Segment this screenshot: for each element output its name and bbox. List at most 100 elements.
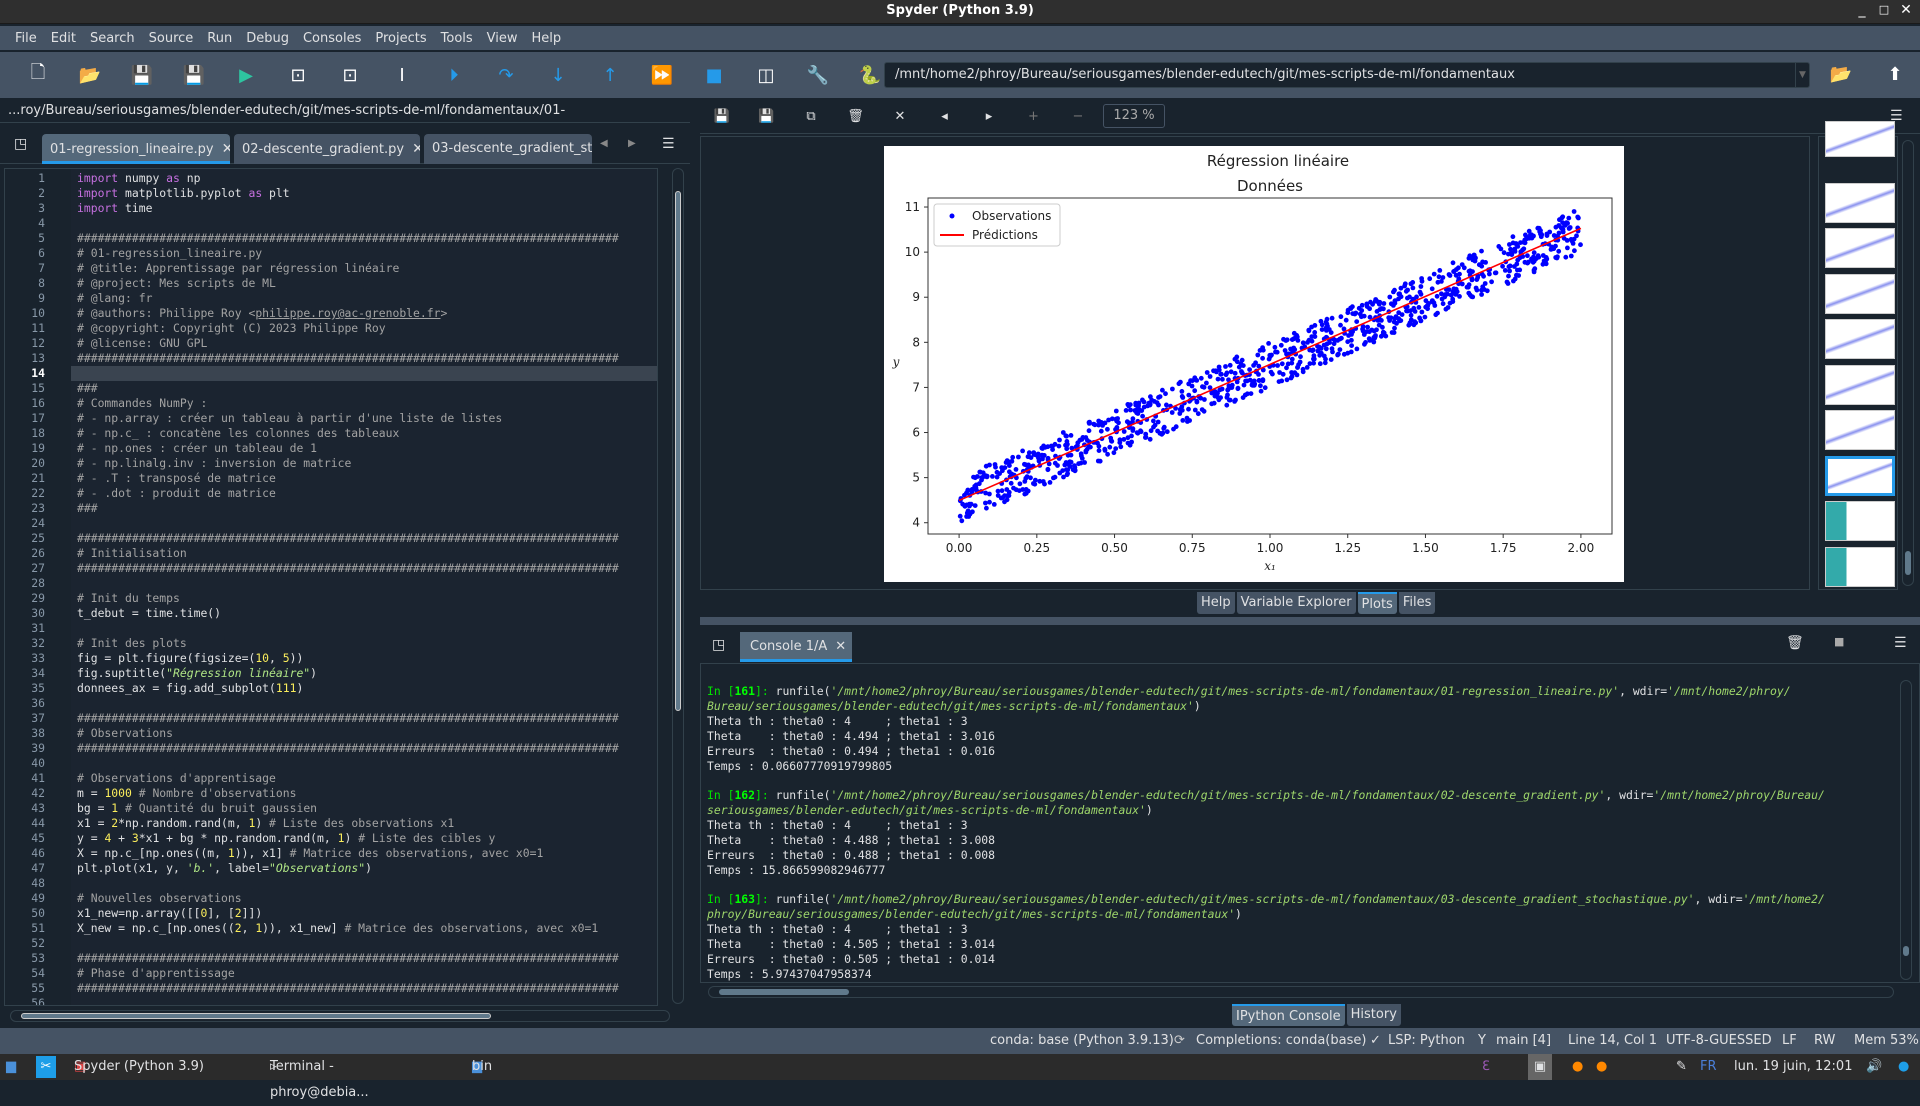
save-plot-icon[interactable]: 💾 — [710, 106, 734, 128]
code-line[interactable]: y = 4 + 3*x1 + bg * np.random.rand(m, 1)… — [77, 831, 495, 846]
open-file-icon[interactable]: 📂 — [64, 57, 116, 93]
run-selection-icon[interactable]: I — [376, 57, 428, 93]
zoom-in-icon[interactable]: + — [1022, 106, 1046, 128]
status-git-branch[interactable]: main [4] — [1496, 1028, 1551, 1054]
scrollbar-thumb[interactable] — [675, 191, 681, 711]
code-line[interactable]: # Initialisation — [77, 546, 187, 561]
chevron-down-icon[interactable]: ▼ — [1795, 63, 1809, 87]
step-return-icon[interactable]: ↑ — [584, 57, 636, 93]
code-line[interactable]: # - np.array : créer un tableau à partir… — [77, 411, 502, 426]
code-editor[interactable]: 1 2 3 4 5 6 7 8 9 10 11 12 13 14 15 16 17 18 19 20 21 22 23 24 2… — [4, 168, 658, 1006]
scrollbar-thumb[interactable] — [21, 1013, 491, 1019]
browse-folder-icon[interactable]: 📂 — [1826, 60, 1856, 90]
close-button[interactable]: ✕ — [1895, 0, 1917, 22]
stop-icon[interactable]: ■ — [688, 57, 740, 93]
code-line[interactable]: x1_new=np.array([[0], [2]]) — [77, 906, 262, 921]
code-line[interactable]: ########################################… — [77, 951, 619, 966]
run-icon[interactable]: ▶ — [220, 57, 272, 93]
menu-debug[interactable]: Debug — [239, 31, 296, 46]
plot-thumbnail[interactable] — [1825, 364, 1895, 405]
plot-thumbnail[interactable] — [1825, 546, 1895, 587]
step-into-icon[interactable]: ↓ — [532, 57, 584, 93]
file-manager-icon[interactable]: ▆ — [6, 1054, 16, 1080]
step-icon[interactable]: ↷ — [480, 57, 532, 93]
menu-consoles[interactable]: Consoles — [296, 31, 368, 46]
code-line[interactable]: # Commandes NumPy : — [77, 396, 207, 411]
parent-directory-icon[interactable]: ⬆ — [1880, 60, 1910, 90]
previous-plot-icon[interactable]: ◂ — [933, 106, 957, 128]
code-line[interactable]: X = np.c_[np.ones((m, 1)), x1] # Matrice… — [77, 846, 543, 861]
emacs-icon[interactable]: ℇ — [1482, 1054, 1490, 1080]
menu-file[interactable]: File — [8, 31, 44, 46]
run-cell-icon[interactable]: ⊡ — [272, 57, 324, 93]
code-line[interactable]: plt.plot(x1, y, 'b.', label="Observation… — [77, 861, 372, 876]
ipython-console-output[interactable]: In [161]: runfile('/mnt/home2/phroy/Bure… — [700, 663, 1920, 983]
status-lsp[interactable]: LSP: Python — [1388, 1028, 1465, 1054]
console-options-menu-icon[interactable]: ☰ — [1894, 635, 1907, 651]
browse-tabs-icon[interactable]: ◳ — [14, 136, 27, 152]
scrollbar-thumb[interactable] — [719, 989, 849, 995]
run-cell-advance-icon[interactable]: ⊡ — [324, 57, 376, 93]
maximize-button[interactable]: □ — [1873, 0, 1895, 22]
code-line[interactable]: # Phase d'apprentissage — [77, 966, 235, 981]
code-line[interactable]: # @title: Apprentissage par régression l… — [77, 261, 399, 276]
code-line[interactable]: ### — [77, 381, 98, 396]
editor-vertical-scrollbar[interactable] — [672, 168, 684, 1004]
scroll-tabs-left-icon[interactable]: ◀ — [600, 138, 608, 149]
code-line[interactable]: # 01-regression_lineaire.py — [77, 246, 262, 261]
code-line[interactable]: # - .T : transposé de matrice — [77, 471, 276, 486]
preferences-icon[interactable]: 🔧 — [792, 57, 844, 93]
pane-tab-plots[interactable]: Plots — [1357, 592, 1397, 614]
screenshot-tool-icon[interactable]: ✂ — [36, 1056, 56, 1078]
plot-thumbnail[interactable] — [1825, 319, 1895, 359]
status-completions[interactable]: Completions: conda(base) — [1196, 1028, 1366, 1054]
clock[interactable]: lun. 19 juin, 12:01 — [1734, 1054, 1852, 1080]
code-line[interactable]: m = 1000 # Nombre d'observations — [77, 786, 296, 801]
volume-icon[interactable]: 🔊 — [1866, 1054, 1882, 1080]
close-tab-icon[interactable]: ✕ — [222, 141, 230, 157]
code-line[interactable]: # - np.linalg.inv : inversion de matrice — [77, 456, 351, 471]
code-line[interactable]: ########################################… — [77, 981, 619, 996]
code-line[interactable]: # @lang: fr — [77, 291, 152, 306]
pane-tab-variable-explorer[interactable]: Variable Explorer — [1236, 592, 1356, 614]
scroll-tabs-right-icon[interactable]: ▶ — [628, 138, 636, 149]
clear-console-icon[interactable]: 🗑 — [1786, 635, 1804, 651]
editor-horizontal-scrollbar[interactable] — [10, 1010, 670, 1022]
code-line[interactable]: # @license: GNU GPL — [77, 336, 207, 351]
code-line[interactable]: # - np.ones : créer un tableau de 1 — [77, 441, 317, 456]
plot-thumbnail[interactable] — [1825, 455, 1895, 496]
pane-tab-ipython-console[interactable]: IPython Console — [1232, 1004, 1345, 1026]
code-line[interactable]: # @project: Mes scripts de ML — [77, 276, 276, 291]
pane-tab-history[interactable]: History — [1346, 1004, 1401, 1026]
code-line[interactable]: X_new = np.c_[np.ones((2, 1)), x1_new] #… — [77, 921, 598, 936]
code-line[interactable]: ########################################… — [77, 531, 619, 546]
editor-options-menu-icon[interactable]: ☰ — [662, 136, 675, 152]
spyder-tray-icon[interactable]: ▣ — [1528, 1054, 1552, 1080]
code-line[interactable]: fig.suptitle("Régression linéaire") — [77, 666, 317, 681]
menu-help[interactable]: Help — [525, 31, 569, 46]
remove-all-plots-icon[interactable]: ✕ — [888, 106, 912, 128]
maximize-pane-icon[interactable]: ◫ — [740, 57, 792, 93]
thumbnails-scrollbar[interactable] — [1902, 140, 1914, 586]
editor-tab[interactable]: 01-regression_lineaire.py ✕ — [42, 134, 230, 164]
code-line[interactable]: import numpy as np — [77, 171, 200, 186]
zoom-out-icon[interactable]: − — [1066, 106, 1090, 128]
plot-thumbnail[interactable] — [1825, 501, 1895, 541]
status-conda-env[interactable]: conda: base (Python 3.9.13) — [990, 1028, 1174, 1054]
console-horizontal-scrollbar[interactable] — [708, 986, 1894, 998]
menu-view[interactable]: View — [480, 31, 525, 46]
code-line[interactable]: ########################################… — [77, 351, 619, 366]
code-text-area[interactable]: import numpy as np import matplotlib.pypl… — [71, 169, 657, 1005]
menu-run[interactable]: Run — [200, 31, 239, 46]
interrupt-kernel-icon[interactable]: ■ — [1834, 635, 1844, 648]
code-line[interactable]: # - np.c_ : concatène les colonnes des t… — [77, 426, 399, 441]
browse-consoles-icon[interactable]: ◳ — [712, 637, 725, 653]
network-icon[interactable]: ✎ — [1676, 1054, 1687, 1080]
menu-source[interactable]: Source — [142, 31, 201, 46]
console-tab[interactable]: Console 1/A ✕ — [740, 632, 853, 662]
code-line[interactable]: donnees_ax = fig.add_subplot(111) — [77, 681, 303, 696]
minimize-button[interactable]: _ — [1851, 0, 1873, 22]
close-tab-icon[interactable]: ✕ — [412, 141, 420, 157]
code-line[interactable]: ### — [77, 501, 98, 516]
code-line[interactable]: t_debut = time.time() — [77, 606, 221, 621]
